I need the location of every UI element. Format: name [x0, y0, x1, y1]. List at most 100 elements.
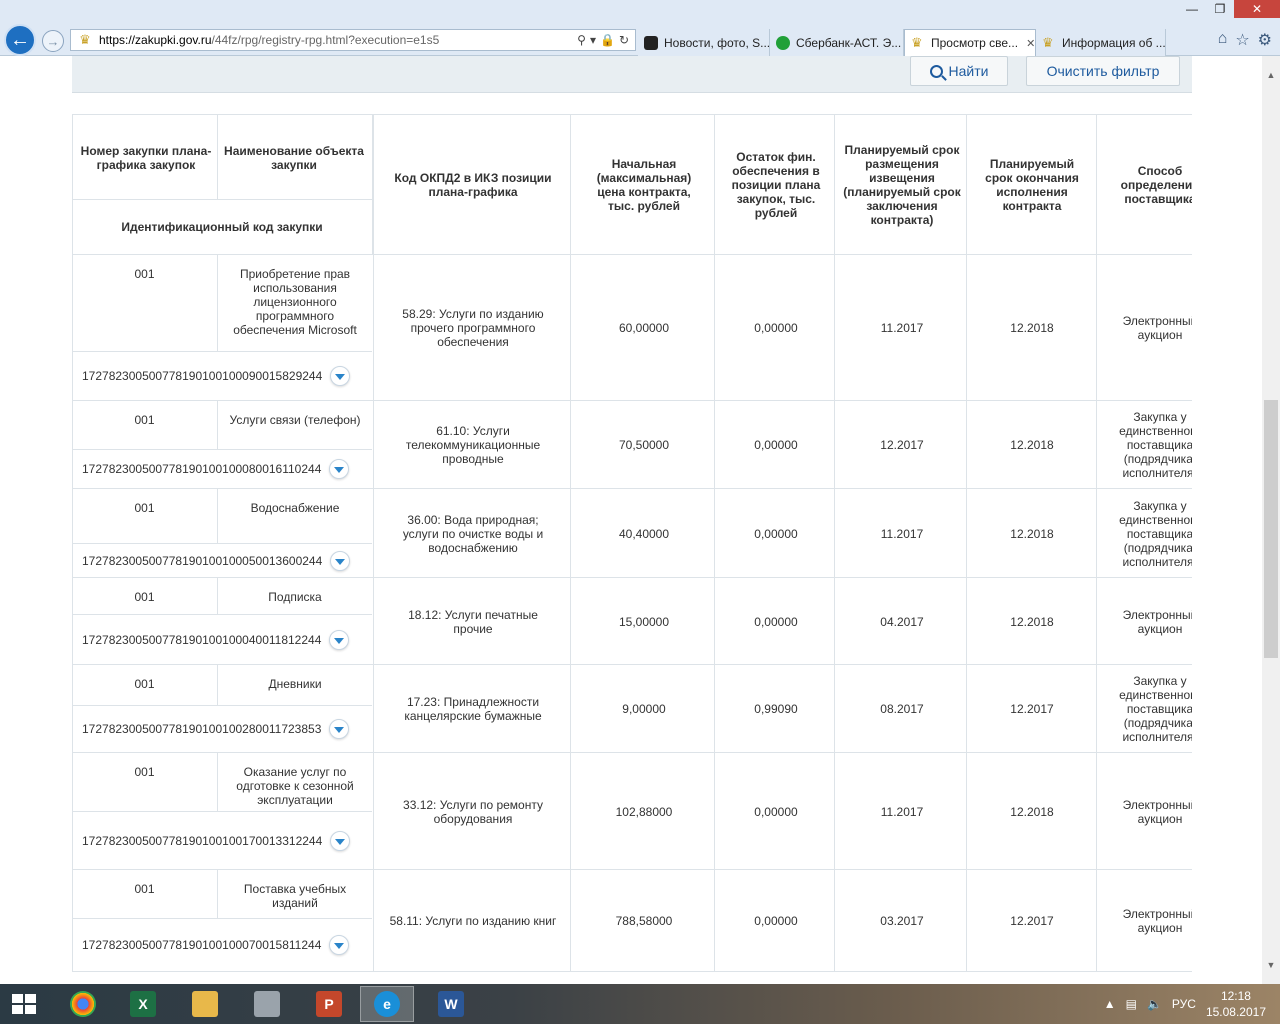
url-text[interactable]: https://zakupki.gov.ru/44fz/rpg/registry… — [99, 33, 577, 47]
forward-button[interactable]: → — [42, 30, 64, 52]
cell-placement: 04.2017 — [880, 614, 924, 629]
header-name: Наименование объекта закупки — [224, 144, 364, 172]
cell-placement: 12.2017 — [880, 438, 924, 452]
cell-remain: 0,00000 — [754, 526, 798, 541]
settings-gear-icon[interactable]: ⚙ — [1258, 30, 1272, 50]
cell-name: Дневники — [268, 677, 322, 691]
header-okpd: Код ОКПД2 в ИКЗ позиции плана-графика — [394, 171, 552, 199]
taskbar-printer[interactable] — [240, 986, 294, 1022]
tab-label: Информация об ... — [1062, 35, 1166, 50]
ikz-code: 172782300500778190100100090015829244 — [82, 351, 351, 401]
expand-chevron-icon[interactable] — [329, 459, 350, 479]
header-ikz: Идентификационный код закупки — [121, 220, 323, 234]
scroll-up-arrow-icon[interactable]: ▲ — [1262, 66, 1280, 84]
taskbar-word[interactable]: W — [424, 986, 478, 1022]
window-controls: — ❐ ✕ — [1178, 0, 1280, 18]
expand-chevron-icon[interactable] — [329, 719, 350, 739]
expand-chevron-icon[interactable] — [329, 629, 350, 650]
clock[interactable]: 12:18 15.08.2017 — [1206, 988, 1266, 1020]
home-icon[interactable]: ⌂ — [1218, 30, 1228, 50]
word-icon: W — [438, 991, 464, 1017]
cell-name: Оказание услуг по одготовке к сезонной э… — [236, 765, 354, 807]
lock-icon[interactable]: 🔒 — [600, 33, 615, 47]
ikz-text: 172782300500778190100100170013312244 — [82, 833, 323, 848]
cell-price: 9,00000 — [622, 702, 666, 716]
taskbar-chrome[interactable] — [56, 986, 110, 1022]
dropdown-chevron-icon[interactable]: ▾ — [590, 33, 596, 47]
cell-placement: 11.2017 — [880, 321, 924, 335]
ikz-text: 172782300500778190100100090015829244 — [82, 369, 323, 383]
favorites-star-icon[interactable]: ☆ — [1235, 30, 1249, 50]
tab-sberbank-ast[interactable]: Сбербанк-АСТ. Э... — [770, 29, 904, 56]
filter-panel: Найти Очистить фильтр — [72, 56, 1192, 93]
language-indicator[interactable]: РУС — [1172, 997, 1196, 1011]
show-hidden-icons-icon[interactable]: ▲ — [1104, 997, 1116, 1011]
back-button[interactable]: ← — [4, 24, 36, 56]
excel-icon: X — [130, 991, 156, 1017]
taskbar-explorer[interactable] — [178, 986, 232, 1022]
emblem-icon: ♛ — [911, 35, 923, 50]
cell-end-date: 12.2017 — [1010, 914, 1054, 928]
refresh-icon[interactable]: ↻ — [619, 33, 629, 47]
close-tab-icon[interactable]: ✕ — [1026, 37, 1035, 50]
page-scrollbar[interactable]: ▲ ▼ — [1262, 56, 1280, 984]
cell-placement: 11.2017 — [880, 526, 924, 541]
tab-label: Сбербанк-АСТ. Э... — [796, 35, 902, 50]
find-button[interactable]: Найти — [910, 56, 1008, 86]
expand-chevron-icon[interactable] — [330, 550, 351, 571]
cell-number: 001 — [134, 501, 155, 515]
tab-view-info[interactable]: ♛ Просмотр све... ✕ — [904, 29, 1036, 56]
close-window-button[interactable]: ✕ — [1234, 0, 1280, 18]
scrollbar-thumb[interactable] — [1264, 400, 1278, 658]
cell-okpd: 17.23: Принадлежности канцелярские бумаж… — [404, 695, 542, 723]
taskbar-ie[interactable]: e — [360, 986, 414, 1022]
taskbar-excel[interactable]: X — [116, 986, 170, 1022]
clear-filter-button[interactable]: Очистить фильтр — [1026, 56, 1180, 86]
sberbank-icon — [776, 35, 790, 50]
cell-remain: 0,00000 — [754, 804, 798, 819]
table-clip-mask — [1192, 114, 1262, 984]
system-tray: ▲ ▤ 🔈 РУС 12:18 15.08.2017 — [1104, 988, 1266, 1020]
tab-news[interactable]: Новости, фото, S... — [638, 29, 770, 56]
header-number: Номер закупки плана-графика закупок — [80, 144, 212, 172]
table-row: 001 Приобретение прав использования лицен… — [72, 255, 1197, 401]
table-header: Номер закупки плана-графика закупок Наим… — [72, 115, 1199, 255]
cell-end-date: 12.2018 — [1010, 321, 1054, 335]
tab-label: Просмотр све... — [931, 36, 1019, 50]
search-icon — [929, 64, 943, 78]
clear-filter-label: Очистить фильтр — [1046, 63, 1160, 79]
table-row: 001 Водоснабжение 36.00: Вода природная; у… — [72, 489, 1201, 578]
cell-price: 15,00000 — [618, 614, 670, 629]
folder-icon — [192, 991, 218, 1017]
header-price: Начальная (максимальная) цена контракта,… — [596, 157, 692, 213]
cell-end-date: 12.2018 — [1010, 526, 1054, 541]
expand-chevron-icon[interactable] — [330, 366, 351, 386]
cell-okpd: 58.11: Услуги по изданию книг — [389, 914, 557, 928]
taskbar-powerpoint[interactable]: P — [302, 986, 356, 1022]
network-icon[interactable]: ▤ — [1126, 997, 1137, 1011]
browser-toolbar-right: ⌂ ☆ ⚙ — [1218, 30, 1272, 50]
start-button[interactable] — [8, 990, 40, 1018]
expand-chevron-icon[interactable] — [330, 830, 351, 851]
find-button-label: Найти — [948, 63, 989, 79]
cell-remain: 0,99090 — [754, 702, 798, 716]
ikz-code: 172782300500778190100100080016110244 — [82, 449, 350, 489]
expand-chevron-icon[interactable] — [329, 935, 350, 955]
volume-icon[interactable]: 🔈 — [1147, 997, 1162, 1011]
url-domain: https://zakupki.gov.ru — [99, 33, 212, 47]
cell-end-date: 12.2018 — [1010, 438, 1054, 452]
tab-information[interactable]: ♛ Информация об ... — [1036, 29, 1166, 56]
ikz-text: 172782300500778190100100050013600244 — [82, 553, 323, 568]
search-icon[interactable]: ⚲ — [577, 33, 586, 47]
minimize-button[interactable]: — — [1178, 0, 1206, 18]
cell-okpd: 61.10: Услуги телекоммуникационные прово… — [405, 424, 541, 466]
cell-placement: 03.2017 — [880, 914, 924, 928]
address-bar[interactable]: ♛ https://zakupki.gov.ru/44fz/rpg/regist… — [70, 29, 636, 51]
tab-strip: Новости, фото, S... Сбербанк-АСТ. Э... ♛… — [638, 29, 1166, 56]
ikz-code: 172782300500778190100100050013600244 — [82, 543, 351, 578]
restore-button[interactable]: ❐ — [1206, 0, 1234, 18]
table-row: 001 Услуги связи (телефон) 61.10: Услуги т… — [72, 401, 1201, 489]
ikz-code: 172782300500778190100100070015811244 — [82, 918, 350, 972]
scroll-down-arrow-icon[interactable]: ▼ — [1262, 956, 1280, 974]
cell-number: 001 — [134, 882, 155, 896]
